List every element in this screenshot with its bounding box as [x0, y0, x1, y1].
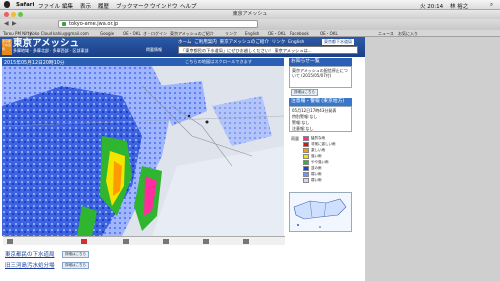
- bookmark-item[interactable]: kahiu@gmail.com: [53, 31, 89, 36]
- legend-row: 弱い雨: [289, 172, 352, 177]
- legend-row: 並の雨: [289, 166, 352, 171]
- menubar-clock: 火 20:14: [420, 4, 444, 10]
- mini-map-svg: [293, 198, 347, 228]
- legend-label: 非常に激しい雨: [311, 142, 336, 146]
- nav-english[interactable]: English: [288, 40, 304, 45]
- nav-links[interactable]: リンク: [272, 40, 286, 45]
- menubar-user[interactable]: 林 裕之: [450, 2, 468, 10]
- details-button[interactable]: 詳細はこちら: [62, 251, 89, 258]
- legend-label: 弱い雨: [311, 178, 322, 182]
- menu-file[interactable]: ファイル: [38, 2, 60, 10]
- legend-swatch: [303, 178, 309, 183]
- menu-history[interactable]: 履歴: [98, 2, 109, 10]
- page-gutter: [365, 37, 500, 281]
- time-step-button[interactable]: [203, 239, 209, 244]
- site-logo[interactable]: 東京都下水道局: [2, 39, 12, 55]
- legend-swatch: [303, 148, 309, 153]
- bookmark-item[interactable]: Google: [100, 31, 114, 36]
- current-time-marker[interactable]: [81, 239, 87, 244]
- bookmark-item[interactable]: Koko Cloud: [30, 31, 52, 36]
- area-link[interactable]: 多摩地域: [13, 48, 29, 53]
- notice-header: お知らせ一覧: [289, 58, 352, 66]
- alert-tag: 掲載情報: [146, 47, 162, 52]
- legend-row: 弱い雨: [289, 178, 352, 183]
- map-scroll-note: こちらの地図はスクロールできます: [185, 59, 253, 64]
- area-link[interactable]: 区部東部: [72, 48, 88, 53]
- alert-banner[interactable]: 「東京都民の下水道局」にぜひお越しください！ 東京アメッシュは...: [178, 46, 358, 54]
- top-nav: ホーム ご利用案内 東京アメッシュのご紹介 リンク English: [178, 39, 304, 45]
- legend-row: 非常に激しい雨: [289, 142, 352, 147]
- zoom-window-button[interactable]: [18, 12, 23, 17]
- legend-label: 激しい雨: [311, 148, 325, 152]
- legend-row: やや強い雨: [289, 160, 352, 165]
- site-favicon: [62, 22, 66, 26]
- legend-label: 並の雨: [311, 166, 322, 170]
- warning-header: 注意報・警報 (東京地方): [289, 98, 352, 106]
- close-window-button[interactable]: [4, 12, 9, 17]
- nav-home[interactable]: ホーム: [178, 40, 191, 45]
- area-subnav: 多摩地域 · 多摩北部 · 多摩西部 · 区部東部: [13, 48, 89, 53]
- map-timestamp: 2015年05月12日20時10分: [4, 61, 65, 66]
- rain-legend: 猛烈な雨 非常に激しい雨 激しい雨 強い雨 やや強い雨 並の雨 弱い雨 弱い雨: [289, 136, 352, 186]
- legend-swatch: [303, 154, 309, 159]
- time-scale-bar[interactable]: [3, 236, 285, 245]
- forward-icon[interactable]: ▶: [12, 20, 17, 27]
- details-button[interactable]: 詳細はこちら: [62, 262, 89, 269]
- warning-line: 注意報:なし: [292, 126, 314, 131]
- search-icon[interactable]: ⌕: [490, 2, 493, 9]
- menu-edit[interactable]: 編集: [62, 2, 73, 10]
- bookmark-item[interactable]: English: [245, 31, 259, 36]
- link-mikawashima[interactable]: 旧三河島汚水処分場: [5, 261, 55, 269]
- bookmarks-bar: Tarou PM Nifty Koko Cloud kahiu@gmail.co…: [0, 30, 500, 37]
- apple-menu-icon[interactable]: [4, 1, 10, 8]
- legend-swatch: [303, 166, 309, 171]
- bookmark-item[interactable]: Facebook: [290, 31, 309, 36]
- menu-window[interactable]: ウインドウ: [150, 2, 178, 10]
- time-step-button[interactable]: [123, 239, 129, 244]
- menu-help[interactable]: ヘルプ: [180, 2, 197, 10]
- radar-svg: [2, 66, 284, 236]
- legend-swatch: [303, 142, 309, 147]
- area-link[interactable]: 多摩西部: [53, 48, 69, 53]
- menu-view[interactable]: 表示: [80, 2, 91, 10]
- warning-body: 05月12日17時43分発表 特別警報:なし 警報:なし 注意報:なし: [289, 106, 352, 132]
- nav-about[interactable]: 東京アメッシュのご紹介: [220, 40, 269, 45]
- minimize-window-button[interactable]: [11, 12, 16, 17]
- legend-label: やや強い雨: [311, 160, 329, 164]
- back-icon[interactable]: ◀: [4, 20, 9, 27]
- time-step-button[interactable]: [243, 239, 249, 244]
- area-link[interactable]: 多摩北部: [33, 48, 49, 53]
- legend-label: 猛烈な雨: [311, 136, 325, 140]
- notice-body[interactable]: 東京アメッシュの配信停止について (2015/05/07付): [289, 66, 352, 88]
- time-step-button[interactable]: [163, 239, 169, 244]
- legend-title: 雨量: [291, 136, 299, 141]
- legend-label: 弱い雨: [311, 172, 322, 176]
- sidebar: お知らせ一覧 東京アメッシュの配信停止について (2015/05/07付) 詳細…: [289, 58, 352, 238]
- menu-bookmarks[interactable]: ブックマーク: [116, 2, 149, 10]
- legend-row: 強い雨: [289, 154, 352, 159]
- play-button[interactable]: [7, 239, 13, 244]
- app-menu[interactable]: Safari: [16, 2, 34, 8]
- bookmark-item[interactable]: Tarou PM Nifty: [3, 31, 32, 36]
- legend-swatch: [303, 172, 309, 177]
- legend-row: 激しい雨: [289, 148, 352, 153]
- nav-guide[interactable]: ご利用案内: [194, 40, 217, 45]
- menu-bar: Safari ファイル 編集 表示 履歴 ブックマーク ウインドウ ヘルプ 火 …: [0, 0, 500, 10]
- legend-label: 強い雨: [311, 154, 322, 158]
- rain-radar-map[interactable]: [2, 66, 284, 236]
- link-sewer-bureau[interactable]: 東京都民の下水道局: [5, 250, 55, 258]
- bureau-badge[interactable]: 東京都下水道局: [322, 39, 354, 45]
- area-mini-map[interactable]: [289, 192, 352, 232]
- url-field[interactable]: tokyo-ame.jwa.or.jp: [58, 20, 258, 28]
- notice-details-button[interactable]: 詳細はこちら: [291, 89, 318, 96]
- legend-swatch: [303, 160, 309, 165]
- legend-swatch: [303, 136, 309, 141]
- window-title: 東京アメッシュ: [0, 10, 500, 19]
